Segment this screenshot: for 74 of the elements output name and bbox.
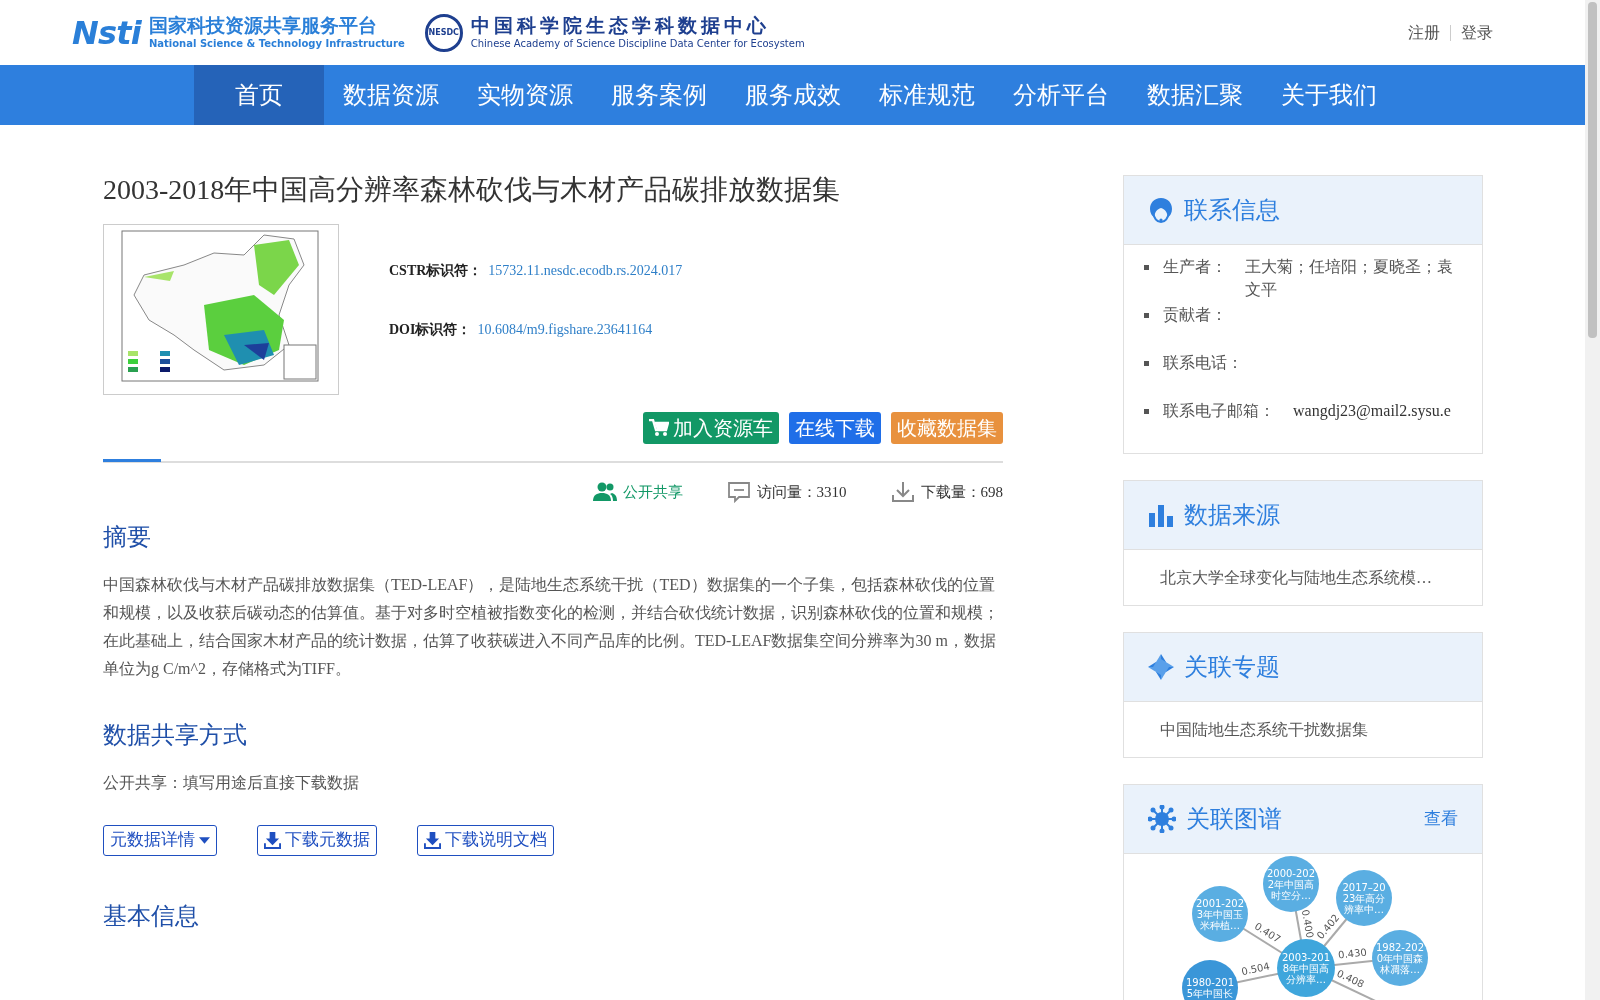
contact-label: 生产者： [1163, 257, 1228, 277]
center-name: 中国科学院生态学科数据中心 [470, 14, 771, 39]
stat-label: 下载量： [920, 483, 981, 502]
header-link[interactable]: 注册 [1408, 20, 1440, 45]
center-logo: NESDC [424, 13, 463, 52]
stat-value: 698 [980, 483, 1003, 502]
caret-icon [199, 836, 210, 844]
bullet-icon [1144, 313, 1149, 318]
tab-indicator [103, 459, 161, 462]
section-heading: 基本信息 [103, 901, 200, 931]
bar-chart-icon [1148, 503, 1174, 527]
platform-name: 国家科技资源共享服务平台 [148, 14, 378, 39]
identifier-label: CSTR标识符： [389, 262, 483, 280]
center-subtitle: Chinese Academy of Science Discipline Data Center for Ecosystem [470, 38, 805, 51]
people-icon [592, 482, 617, 503]
favorite-button[interactable]: 收藏数据集 [891, 412, 1003, 444]
graph-node[interactable]: 2001-202 3年中国玉 米种植… [1192, 886, 1248, 942]
scrollbar-thumb[interactable] [1588, 2, 1597, 338]
download-button[interactable]: 在线下载 [789, 412, 881, 444]
nav-tab[interactable]: 实物资源 [458, 65, 592, 125]
nav-tab[interactable]: 服务案例 [592, 65, 726, 125]
nav-tab[interactable]: 关于我们 [1262, 65, 1396, 125]
edge-weight: 0.408 [1335, 967, 1366, 990]
download-icon [424, 831, 441, 849]
section-heading: 摘要 [103, 522, 152, 552]
bullet-icon [1144, 361, 1149, 366]
contact-label: 联系电话： [1163, 353, 1244, 373]
network-icon [1148, 805, 1176, 833]
nav-tab[interactable]: 分析平台 [994, 65, 1128, 125]
scrollbar[interactable] [1585, 0, 1600, 1000]
share-status: 公开共享 [622, 483, 683, 502]
download-button[interactable]: 下载元数据 [257, 824, 377, 856]
platform-subtitle: National Science & Technology Infrastructure [148, 38, 405, 51]
section-text: 中国森林砍伐与木材产品碳排放数据集（TED-LEAF），是陆地生态系统干扰（TED）数据集的一个子集，包括森林砍伐的位置和规模，以及收获后碳动态的估算值。基于对多时空植被指数变化的检测，并结合砍伐统计数据，识别森林砍伐的位置和规模；在此基础上，结合国家木材产品的统计数据，估算了收获碳进入不同产品库的比例。TED-LEAF数据集空间分辨率为30 m，数据单位为g C/m^2，存储格式为TIFF。 [103, 574, 1000, 680]
download-button[interactable]: 下载说明文档 [417, 824, 554, 856]
comment-icon [726, 481, 751, 504]
identifier-link[interactable]: 15732.11.nesdc.ecodb.rs.2024.017 [488, 260, 683, 281]
cart-icon [649, 419, 669, 437]
identifier-label: DOI标识符： [389, 321, 472, 339]
nav-tab[interactable]: 服务成效 [726, 65, 860, 125]
panel-title: 关联专题 [1184, 653, 1280, 682]
cart-button[interactable]: 加入资源车 [643, 412, 779, 444]
logo-mark: Nsti [72, 12, 141, 54]
section-heading: 数据共享方式 [103, 720, 248, 750]
panel-title: 联系信息 [1184, 196, 1280, 225]
contact-label: 贡献者： [1163, 305, 1228, 325]
identifier-link[interactable]: 10.6084/m9.figshare.23641164 [477, 319, 653, 340]
source-link[interactable]: 北京大学全球变化与陆地生态系统模… [1160, 565, 1432, 590]
header-link[interactable]: 登录 [1461, 20, 1493, 45]
edge-weight: 0.430 [1337, 946, 1368, 961]
bullet-icon [1144, 409, 1149, 414]
section-text: 公开共享：填写用途后直接下载数据 [103, 772, 360, 793]
contact-label: 联系电子邮箱： [1163, 401, 1276, 421]
nav-tab[interactable]: 数据汇聚 [1128, 65, 1262, 125]
download-icon [890, 481, 915, 504]
nav-tab[interactable]: 标准规范 [860, 65, 994, 125]
stat-value: 3310 [816, 483, 847, 502]
graph-node[interactable]: 1982-202 0年中国森 林凋落… [1372, 930, 1428, 986]
metadata-dropdown[interactable]: 元数据详情 [103, 824, 217, 856]
nav-tab[interactable]: 首页 [194, 65, 324, 125]
panel-title: 数据来源 [1184, 501, 1280, 530]
contact-value: wangdj23@mail2.sysu.e [1293, 401, 1451, 422]
bullet-icon [1144, 265, 1149, 270]
panel-title: 关联图谱 [1186, 805, 1282, 834]
topic-link[interactable]: 中国陆地生态系统干扰数据集 [1160, 717, 1368, 742]
contact-value: 王大菊；任培阳；夏晓圣；袁文平 [1245, 257, 1454, 300]
download-icon [264, 831, 281, 849]
graph-node[interactable]: 1980-201 5年中国长 [1182, 960, 1238, 1000]
view-link[interactable]: 查看 [1424, 806, 1458, 832]
graph-node[interactable]: 2003-201 8年中国高 分辨率… [1277, 939, 1335, 997]
edge-weight: 0.504 [1240, 960, 1271, 978]
stat-label: 访问量： [756, 483, 817, 502]
nav-tab[interactable]: 数据资源 [324, 65, 458, 125]
dataset-title: 2003-2018年中国高分辨率森林砍伐与木材产品碳排放数据集 [103, 173, 842, 207]
